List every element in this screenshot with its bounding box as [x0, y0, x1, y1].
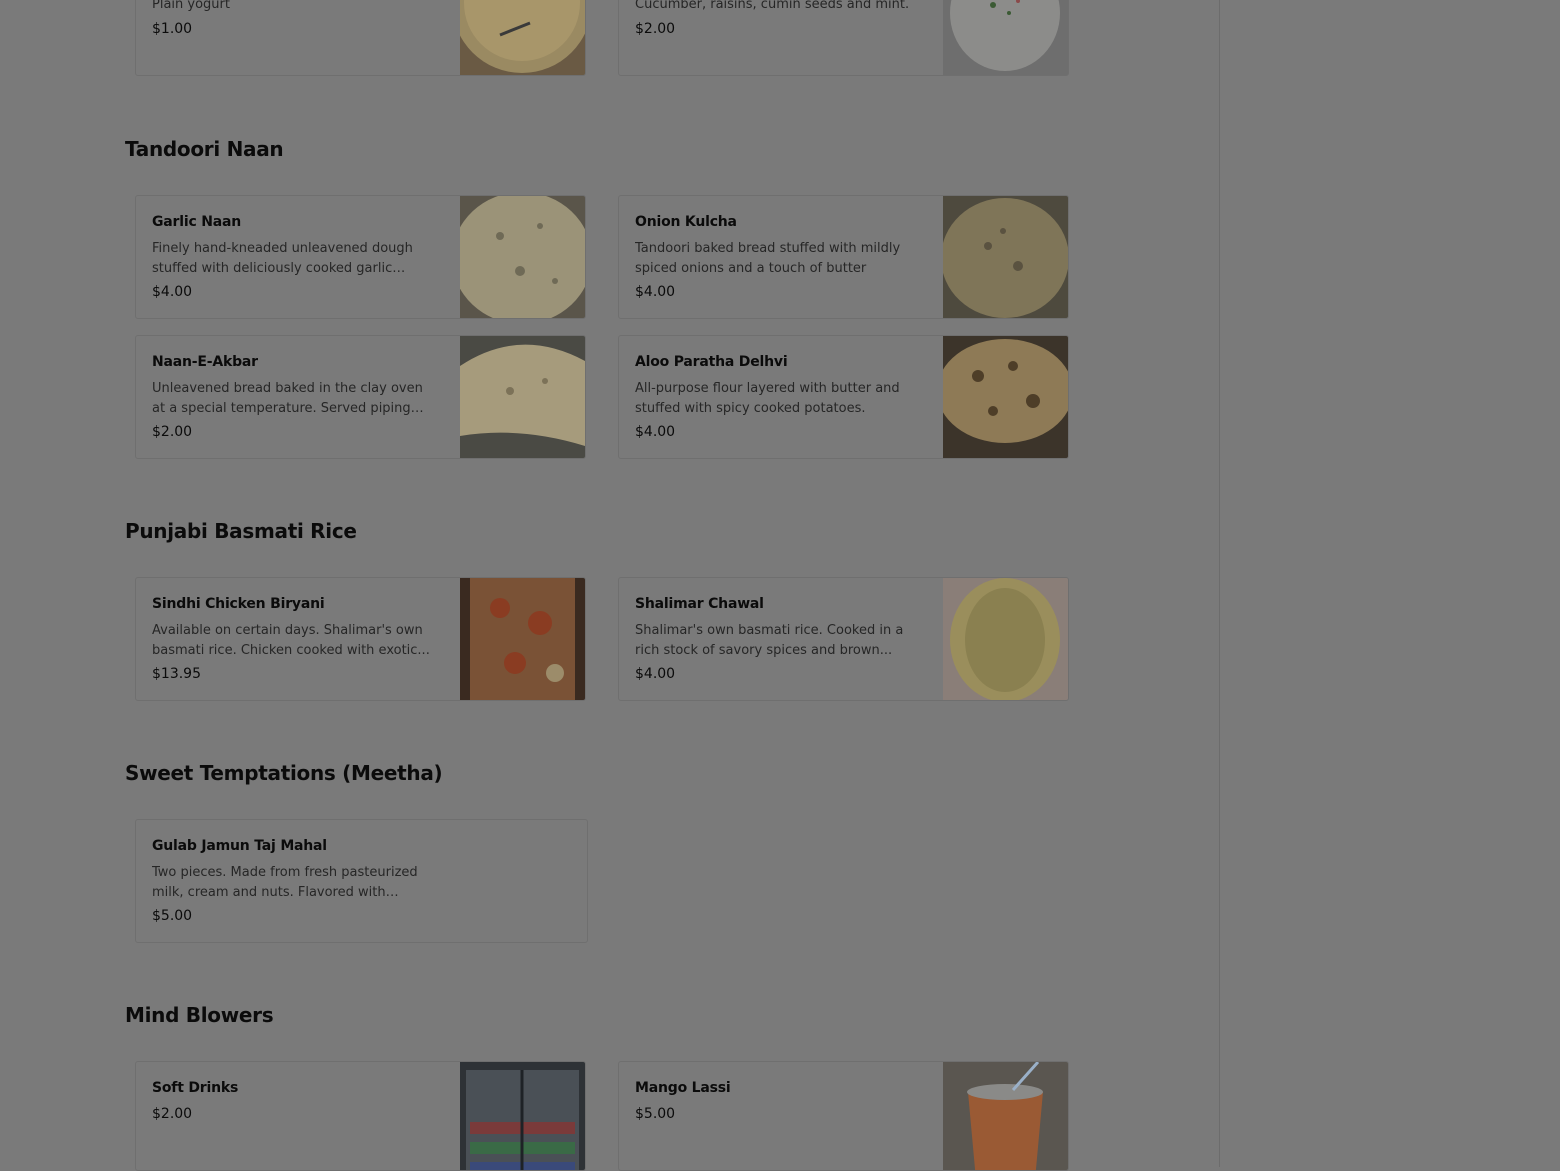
item-price: $13.95 [152, 666, 201, 682]
menu-item-card[interactable]: Naan-E-Akbar Unleavened bread baked in t… [135, 335, 586, 459]
menu-item-card[interactable]: Mango Lassi $5.00 [618, 1061, 1069, 1171]
item-price: $1.00 [152, 21, 193, 37]
item-price: $5.00 [152, 908, 193, 924]
item-name: Naan-E-Akbar [152, 354, 258, 370]
item-price: $4.00 [635, 666, 676, 682]
item-description: Two pieces. Made from fresh pasteurized … [152, 865, 418, 900]
item-name: Soft Drinks [152, 1080, 239, 1096]
item-name: Garlic Naan [152, 214, 241, 230]
item-description: Shalimar's own basmati rice. Cooked in a… [635, 623, 904, 658]
item-description: Available on certain days. Shalimar's ow… [152, 623, 430, 658]
soft-drinks-photo [460, 1062, 585, 1170]
garlic-naan-photo [460, 196, 585, 318]
item-description: Unleavened bread baked in the clay oven … [152, 381, 423, 416]
column-divider [1219, 0, 1220, 1167]
menu-item-card[interactable]: Soft Drinks $2.00 [135, 1061, 586, 1171]
aloo-paratha-photo [943, 336, 1068, 458]
chicken-biryani-photo [460, 578, 585, 700]
section-title: Sweet Temptations (Meetha) [125, 761, 443, 785]
menu-column: Plain yogurt $1.00 Cucumber, raisins, cu… [0, 0, 1219, 1171]
raita-photo [943, 0, 1068, 75]
menu-item-card[interactable]: Sindhi Chicken Biryani Available on cert… [135, 577, 586, 701]
menu-item-card[interactable]: Plain yogurt $1.00 [135, 0, 586, 76]
item-price: $5.00 [635, 1106, 676, 1122]
item-description: All-purpose flour layered with butter an… [635, 381, 900, 416]
item-description: Finely hand-kneaded unleavened dough stu… [152, 241, 413, 276]
menu-item-card[interactable]: Aloo Paratha Delhvi All-purpose flour la… [618, 335, 1069, 459]
item-price: $4.00 [152, 284, 193, 300]
item-name: Shalimar Chawal [635, 596, 764, 612]
section-title: Punjabi Basmati Rice [125, 519, 357, 543]
item-name: Sindhi Chicken Biryani [152, 596, 325, 612]
mango-lassi-photo [943, 1062, 1068, 1170]
item-description: Tandoori baked bread stuffed with mildly… [635, 241, 901, 276]
item-price: $2.00 [152, 1106, 193, 1122]
basmati-rice-photo [943, 578, 1068, 700]
item-description: Cucumber, raisins, cumin seeds and mint. [635, 0, 910, 12]
item-name: Gulab Jamun Taj Mahal [152, 838, 327, 854]
naan-photo [460, 336, 585, 458]
section-title: Tandoori Naan [125, 137, 284, 161]
item-description: Plain yogurt [152, 0, 230, 12]
plain-yogurt-photo [460, 0, 585, 75]
section-title: Mind Blowers [125, 1003, 274, 1027]
menu-item-card[interactable]: Cucumber, raisins, cumin seeds and mint.… [618, 0, 1069, 76]
menu-item-card[interactable]: Shalimar Chawal Shalimar's own basmati r… [618, 577, 1069, 701]
menu-item-card[interactable]: Gulab Jamun Taj Mahal Two pieces. Made f… [135, 819, 588, 943]
menu-item-card[interactable]: Onion Kulcha Tandoori baked bread stuffe… [618, 195, 1069, 319]
onion-kulcha-photo [943, 196, 1068, 318]
item-price: $4.00 [635, 424, 676, 440]
item-price: $2.00 [152, 424, 193, 440]
item-name: Onion Kulcha [635, 214, 737, 230]
menu-item-card[interactable]: Garlic Naan Finely hand-kneaded unleaven… [135, 195, 586, 319]
item-name: Aloo Paratha Delhvi [635, 354, 788, 370]
item-price: $2.00 [635, 21, 676, 37]
item-price: $4.00 [635, 284, 676, 300]
item-name: Mango Lassi [635, 1080, 731, 1096]
